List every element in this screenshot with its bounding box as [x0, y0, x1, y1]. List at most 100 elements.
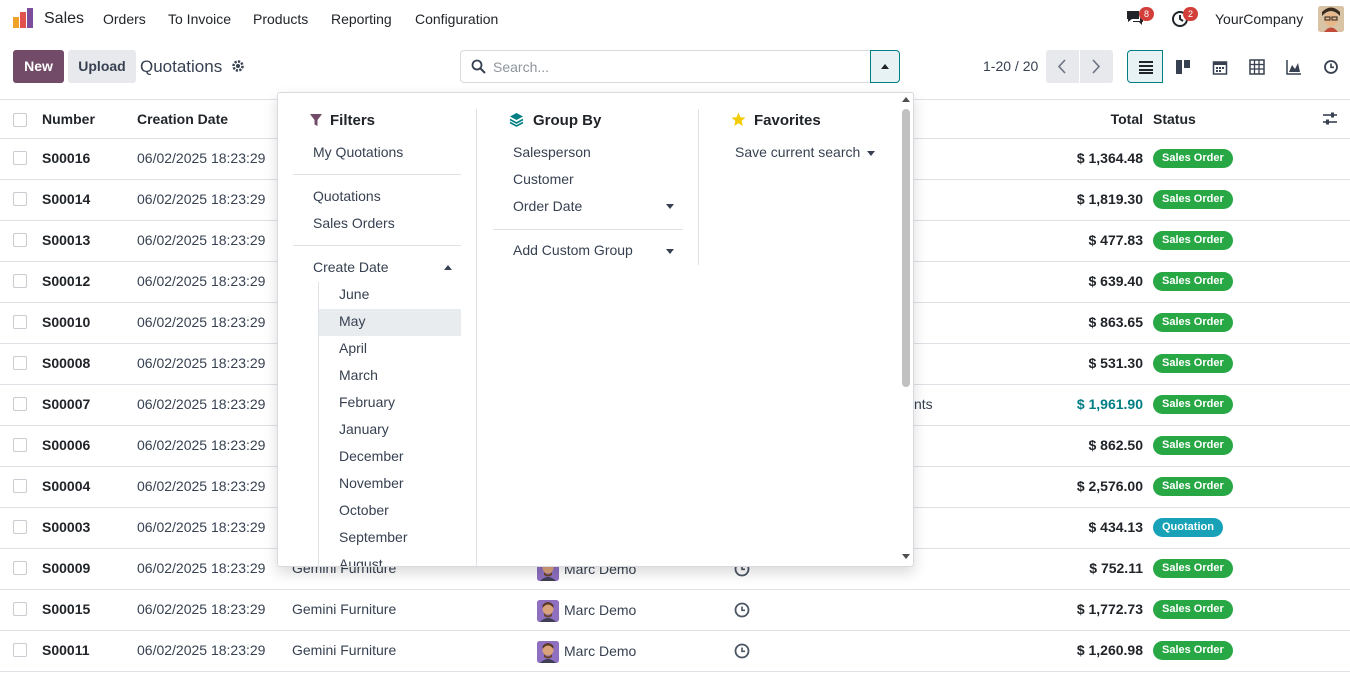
- row-creation-date: 06/02/2025 18:23:29: [137, 396, 266, 412]
- row-creation-date: 06/02/2025 18:23:29: [137, 519, 266, 535]
- upload-button[interactable]: Upload: [68, 50, 136, 83]
- column-header-total[interactable]: Total: [1111, 111, 1143, 127]
- activity-view-button[interactable]: [1312, 50, 1348, 83]
- status-badge: Sales Order: [1153, 436, 1233, 455]
- row-checkbox[interactable]: [13, 315, 27, 329]
- month-option-april[interactable]: April: [339, 340, 367, 356]
- group-by-customer[interactable]: Customer: [513, 171, 574, 187]
- row-total: $ 1,260.98: [1076, 642, 1143, 658]
- row-checkbox[interactable]: [13, 233, 27, 247]
- menu-products[interactable]: Products: [253, 11, 308, 27]
- kanban-view-button[interactable]: [1164, 50, 1200, 83]
- messages-badge: 8: [1139, 7, 1154, 21]
- row-number: S00006: [42, 437, 91, 453]
- month-option-may[interactable]: May: [339, 313, 365, 329]
- row-total: $ 1,961.90: [1076, 396, 1143, 412]
- app-name[interactable]: Sales: [44, 10, 84, 28]
- search-icon: [471, 59, 486, 74]
- new-button[interactable]: New: [13, 50, 64, 83]
- caret-down-icon: [666, 249, 674, 254]
- sales-app-logo-icon[interactable]: [12, 7, 34, 29]
- activities-badge: 2: [1183, 7, 1198, 21]
- row-total: $ 477.83: [1088, 232, 1144, 248]
- group-by-salesperson[interactable]: Salesperson: [513, 144, 591, 160]
- dropdown-scrollbar[interactable]: [902, 109, 910, 387]
- filter-quotations[interactable]: Quotations: [313, 188, 381, 204]
- row-checkbox[interactable]: [13, 397, 27, 411]
- row-total: $ 639.40: [1088, 273, 1144, 289]
- month-option-december[interactable]: December: [339, 448, 404, 464]
- group-by-divider: [493, 229, 683, 230]
- month-option-january[interactable]: January: [339, 421, 389, 437]
- column-header-creation-date[interactable]: Creation Date: [137, 111, 228, 127]
- list-view-button[interactable]: [1127, 50, 1163, 83]
- row-checkbox[interactable]: [13, 561, 27, 575]
- pager-value[interactable]: 1-20 / 20: [983, 58, 1038, 74]
- user-avatar-icon: [1318, 6, 1344, 32]
- kanban-view-icon: [1176, 60, 1190, 74]
- menu-orders[interactable]: Orders: [103, 11, 146, 27]
- filter-sales-orders[interactable]: Sales Orders: [313, 215, 395, 231]
- row-checkbox[interactable]: [13, 643, 27, 657]
- filters-divider: [293, 174, 461, 175]
- row-checkbox[interactable]: [13, 520, 27, 534]
- select-all-checkbox[interactable]: [13, 113, 27, 127]
- row-salesperson: Marc Demo: [564, 602, 637, 618]
- row-number: S00009: [42, 560, 91, 576]
- calendar-view-button[interactable]: [1201, 50, 1237, 83]
- add-custom-group-select[interactable]: Add Custom Group: [513, 242, 633, 258]
- row-number: S00007: [42, 396, 91, 412]
- activity-clock-icon[interactable]: [734, 643, 750, 659]
- activity-clock-icon[interactable]: [734, 602, 750, 618]
- calendar-view-icon: [1212, 61, 1228, 75]
- row-creation-date: 06/02/2025 18:23:29: [137, 642, 266, 658]
- table-row[interactable]: S00011 06/02/2025 18:23:29 Gemini Furnitur…: [0, 631, 1350, 672]
- chevron-left-icon: [1057, 59, 1066, 74]
- row-checkbox[interactable]: [13, 192, 27, 206]
- column-header-status[interactable]: Status: [1153, 111, 1196, 127]
- month-option-february[interactable]: February: [339, 394, 395, 410]
- scroll-down-arrow-icon[interactable]: [902, 554, 910, 559]
- filter-create-date[interactable]: Create Date: [313, 259, 388, 275]
- optional-columns-toggle-icon[interactable]: [1322, 112, 1338, 126]
- filter-my-quotations[interactable]: My Quotations: [313, 144, 403, 160]
- graph-view-button[interactable]: [1275, 50, 1311, 83]
- month-option-june[interactable]: June: [339, 286, 369, 302]
- status-badge: Sales Order: [1153, 231, 1233, 250]
- menu-to-invoice[interactable]: To Invoice: [168, 11, 231, 27]
- row-total: $ 2,576.00: [1076, 478, 1143, 494]
- save-current-search-button[interactable]: Save current search: [735, 144, 860, 160]
- company-switcher[interactable]: YourCompany: [1215, 11, 1303, 27]
- gear-icon[interactable]: [231, 59, 245, 73]
- scroll-up-arrow-icon[interactable]: [902, 97, 910, 102]
- month-option-october[interactable]: October: [339, 502, 389, 518]
- column-header-number[interactable]: Number: [42, 111, 95, 127]
- row-number: S00012: [42, 273, 91, 289]
- month-option-september[interactable]: September: [339, 529, 407, 545]
- row-number: S00015: [42, 601, 91, 617]
- menu-reporting[interactable]: Reporting: [331, 11, 392, 27]
- row-checkbox[interactable]: [13, 479, 27, 493]
- month-option-august[interactable]: August: [339, 556, 383, 566]
- month-option-march[interactable]: March: [339, 367, 378, 383]
- status-badge: Sales Order: [1153, 149, 1233, 168]
- group-by-order-date[interactable]: Order Date: [513, 198, 582, 214]
- user-avatar[interactable]: [1318, 6, 1344, 32]
- search-panel-toggle-button[interactable]: [870, 50, 900, 83]
- pivot-view-button[interactable]: [1238, 50, 1274, 83]
- area-chart-icon: [1286, 60, 1301, 75]
- row-checkbox[interactable]: [13, 151, 27, 165]
- search-input[interactable]: [493, 57, 853, 77]
- menu-configuration[interactable]: Configuration: [415, 11, 498, 27]
- row-checkbox[interactable]: [13, 356, 27, 370]
- month-option-november[interactable]: November: [339, 475, 404, 491]
- row-checkbox[interactable]: [13, 438, 27, 452]
- pager-next-button[interactable]: [1080, 50, 1113, 83]
- row-checkbox[interactable]: [13, 602, 27, 616]
- row-creation-date: 06/02/2025 18:23:29: [137, 150, 266, 166]
- table-row[interactable]: S00015 06/02/2025 18:23:29 Gemini Furnitur…: [0, 590, 1350, 631]
- pager-previous-button[interactable]: [1046, 50, 1079, 83]
- filters-divider: [293, 245, 461, 246]
- row-checkbox[interactable]: [13, 274, 27, 288]
- salesperson-avatar: [537, 641, 559, 663]
